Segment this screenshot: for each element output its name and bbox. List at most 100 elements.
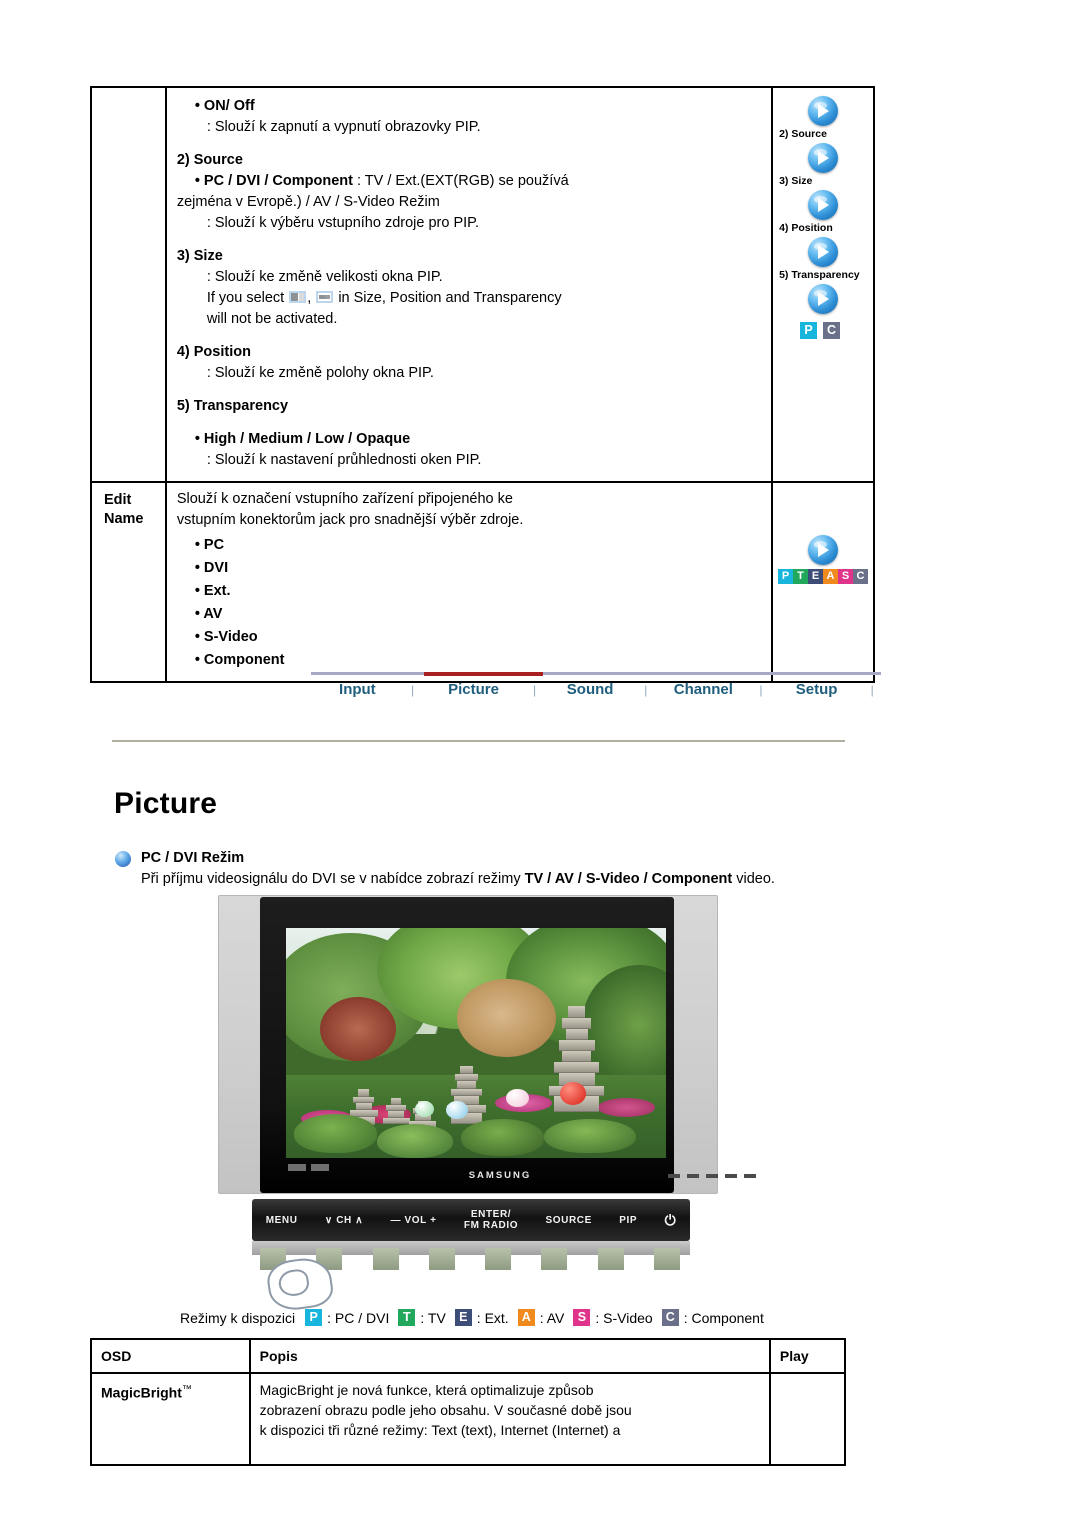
mode-badge-c: C bbox=[823, 322, 841, 339]
mode-badge-p: P bbox=[778, 569, 794, 584]
section-divider bbox=[112, 740, 845, 742]
legend-text-av: : AV bbox=[539, 1309, 565, 1326]
legend-badge-c: C bbox=[661, 1309, 679, 1326]
spec-row-label-empty bbox=[90, 86, 167, 483]
edit-name-item-component: • Component bbox=[194, 652, 285, 668]
play-ball-icon[interactable] bbox=[808, 237, 839, 267]
table-row: MagicBright™ MagicBright je nová funkce,… bbox=[90, 1372, 847, 1466]
legend-badge-t: T bbox=[398, 1309, 416, 1326]
tv-button-channel[interactable]: ∨ CH ∧ bbox=[325, 1215, 363, 1226]
edit-name-label-line2: Name bbox=[104, 511, 144, 527]
popis-line-1: MagicBright je nová funkce, která optima… bbox=[259, 1382, 594, 1398]
legend-text-tv: : TV bbox=[420, 1309, 446, 1326]
play-ball-icon[interactable] bbox=[808, 96, 839, 126]
source-bullet-bold: • PC / DVI / Component bbox=[194, 173, 353, 189]
scene-lantern bbox=[415, 1100, 435, 1117]
legend-badge-s: S bbox=[573, 1309, 591, 1326]
tv-button-volume[interactable]: — VOL + bbox=[391, 1215, 437, 1226]
mode-badge-c: C bbox=[853, 569, 869, 584]
tv-control-panel: MENU ∨ CH ∧ — VOL + ENTER/ FM RADIO SOUR… bbox=[252, 1199, 690, 1241]
legend-badge-e: E bbox=[454, 1309, 472, 1326]
scene-tree-autumn bbox=[457, 978, 556, 1057]
tv-indicator-lights bbox=[668, 1174, 756, 1178]
popis-line-3: k dispozici tři různé režimy: Text (text… bbox=[259, 1422, 621, 1438]
tv-button-power[interactable]: ⏻ bbox=[665, 1213, 677, 1227]
scene-lantern bbox=[445, 1100, 469, 1119]
play-ball-icon[interactable] bbox=[808, 190, 839, 220]
source-bullet-cont: zejména v Evropě.) / AV / S-Video Režim bbox=[176, 194, 440, 210]
icon-caption-position: 4) Position bbox=[779, 222, 833, 234]
icon-caption-source: 2) Source bbox=[779, 128, 827, 140]
spec-row-icons-pip: 2) Source 3) Size 4) Position 5) Transpa… bbox=[771, 86, 875, 483]
tv-button-enter-fm-radio[interactable]: ENTER/ FM RADIO bbox=[464, 1209, 518, 1231]
icon-caption-transparency: 5) Transparency bbox=[779, 269, 860, 281]
tv-brand-logo: SAMSUNG bbox=[468, 1170, 532, 1181]
play-ball-icon[interactable] bbox=[808, 143, 839, 173]
nav-active-underline bbox=[424, 672, 543, 676]
tv-button-menu[interactable]: MENU bbox=[266, 1215, 298, 1226]
transparency-desc: : Slouží k nastavení průhlednosti oken P… bbox=[206, 452, 482, 468]
edit-name-item-s-video: • S-Video bbox=[194, 629, 258, 645]
subsection-text: Při příjmu videosignálu do DVI se v nabí… bbox=[141, 869, 775, 889]
transparency-options: • High / Medium / Low / Opaque bbox=[194, 431, 411, 447]
mode-badge-a: A bbox=[823, 569, 839, 584]
spec-row-body-edit-name: Slouží k označení vstupního zařízení při… bbox=[164, 481, 774, 683]
bullet-ball-icon bbox=[115, 851, 131, 867]
nav-separator: | bbox=[870, 682, 874, 697]
size-desc: : Slouží ke změně velikosti okna PIP. bbox=[206, 269, 443, 285]
tab-channel[interactable]: Channel bbox=[655, 681, 753, 698]
legend-text-component: : Component bbox=[683, 1309, 764, 1326]
pip-size-small-icon bbox=[316, 291, 334, 303]
nav-separator: | bbox=[532, 682, 537, 697]
scene-lantern-red bbox=[559, 1082, 587, 1106]
scene-bush bbox=[377, 1123, 454, 1158]
tab-picture[interactable]: Picture bbox=[421, 681, 525, 698]
play-ball-icon[interactable] bbox=[808, 284, 839, 314]
size-note-mid: , bbox=[307, 290, 316, 306]
edit-name-paragraph-line2: vstupním konektorům jack pro snadnější v… bbox=[176, 512, 524, 528]
on-off-bullet: • ON/ Off bbox=[194, 98, 255, 114]
osd-name-text: MagicBright bbox=[101, 1384, 182, 1401]
popis-line-2: zobrazení obrazu podle jeho obsahu. V so… bbox=[259, 1402, 632, 1418]
spec-row-icons-edit-name: PTEASC bbox=[771, 481, 875, 683]
legend-label: Režimy k dispozici bbox=[180, 1309, 296, 1326]
scene-bush bbox=[544, 1118, 636, 1154]
tv-button-pip[interactable]: PIP bbox=[619, 1215, 637, 1226]
legend-badge-a: A bbox=[517, 1309, 535, 1326]
position-desc: : Slouží ke změně polohy okna PIP. bbox=[206, 365, 434, 381]
tab-sound[interactable]: Sound bbox=[543, 681, 637, 698]
size-icon-note: If you select , in Size, Position and Tr… bbox=[177, 288, 763, 309]
mode-badge-group-edit-name: PTEASC bbox=[778, 569, 869, 584]
row-label-text bbox=[92, 88, 165, 96]
edit-name-item-av: • AV bbox=[194, 606, 223, 622]
mode-legend: Režimy k dispozici P : PC / DVI T : TV E… bbox=[180, 1309, 764, 1326]
transparency-heading: 5) Transparency bbox=[176, 398, 289, 414]
tab-input[interactable]: Input bbox=[311, 681, 404, 698]
pip-size-large-icon bbox=[289, 291, 307, 303]
popis-column-header: Popis bbox=[248, 1338, 771, 1374]
tv-illustration: SAMSUNG MENU ∨ CH ∧ — VOL + ENTER/ FM RA… bbox=[210, 893, 790, 1314]
mode-badge-e: E bbox=[808, 569, 824, 584]
play-ball-icon[interactable] bbox=[808, 535, 839, 565]
legend-badge-p: P bbox=[305, 1309, 323, 1326]
edit-name-item-dvi: • DVI bbox=[194, 560, 229, 576]
source-desc: : Slouží k výběru vstupního zdroje pro P… bbox=[206, 215, 479, 231]
position-heading: 4) Position bbox=[176, 344, 251, 360]
nav-separator: | bbox=[410, 682, 415, 697]
size-note-post: in Size, Position and Transparency bbox=[334, 290, 562, 306]
on-off-desc: : Slouží k zapnutí a vypnutí obrazovky P… bbox=[206, 119, 481, 135]
size-note-pre: If you select bbox=[206, 290, 289, 306]
subsection-heading: PC / DVI Režim bbox=[141, 850, 245, 866]
tv-button-source[interactable]: SOURCE bbox=[546, 1215, 592, 1226]
subsection-text-modes: TV / AV / S-Video / Component bbox=[524, 871, 733, 887]
table-row-edit-name: Edit Name Slouží k označení vstupního za… bbox=[90, 481, 875, 683]
spec-row-label-edit-name: Edit Name bbox=[90, 481, 167, 683]
legend-text-pc-dvi: : PC / DVI bbox=[327, 1309, 390, 1326]
mode-badge-p: P bbox=[800, 322, 818, 339]
tab-setup[interactable]: Setup bbox=[770, 681, 864, 698]
edit-name-paragraph-line1: Slouží k označení vstupního zařízení při… bbox=[176, 491, 513, 507]
source-bullet-rest: : TV / Ext.(EXT(RGB) se používá bbox=[352, 173, 569, 189]
source-bullet-line: • PC / DVI / Component : TV / Ext.(EXT(R… bbox=[177, 171, 763, 192]
mode-badge-s: S bbox=[838, 569, 854, 584]
play-cell-magicbright bbox=[768, 1372, 847, 1466]
